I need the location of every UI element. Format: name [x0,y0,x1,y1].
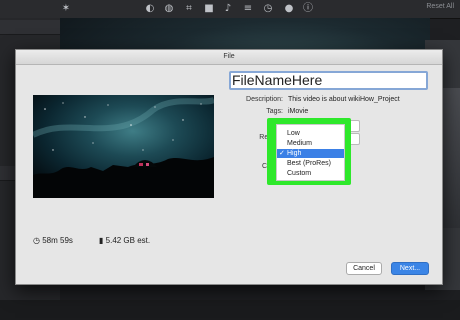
speed-icon[interactable]: ◷ [262,3,274,15]
menu-item-best-prores[interactable]: Best (ProRes) [277,159,344,168]
menu-item-custom[interactable]: Custom [277,169,344,178]
volume-icon[interactable]: ♪ [222,3,234,15]
noise-icon[interactable]: ● [283,3,295,15]
night-sky-image [33,95,214,198]
top-toolbar: ✶ ◐ ◍ ⌗ ■ ♪ ≡ ◷ ● ⓘ Reset All [0,0,460,19]
checkmark-icon: ✓ [279,150,285,157]
tags-value[interactable]: iMovie [288,108,308,115]
menu-item-medium[interactable]: Medium [277,139,344,148]
crop-icon[interactable]: ⌗ [183,3,195,15]
timeline-bar [0,300,460,320]
info-icon[interactable]: ⓘ [302,3,314,15]
dialog-title: File [16,50,442,65]
menu-item-high[interactable]: ✓ High [277,149,344,158]
equalizer-icon[interactable]: ≡ [242,3,254,15]
camera-icon[interactable]: ■ [203,3,215,15]
filename-input[interactable]: FileNameHere [229,71,428,90]
description-label: Description: [246,96,283,103]
video-thumbnail [33,95,214,198]
size-stat: ▮ 5.42 GB est. [99,236,150,245]
cancel-button[interactable]: Cancel [346,262,382,275]
size-value: 5.42 GB est. [105,236,151,245]
file-icon: ▮ [99,236,104,245]
clock-icon: ◷ [33,236,40,245]
tags-label: Tags: [266,108,283,115]
next-button[interactable]: Next... [391,262,429,275]
reset-all-button[interactable]: Reset All [426,3,454,10]
color-balance-icon[interactable]: ◐ [144,3,156,15]
share-file-dialog: File FileNameHere Description: This vide… [15,49,443,285]
menu-item-low[interactable]: Low [277,129,344,138]
magic-wand-icon[interactable]: ✶ [60,3,72,15]
quality-dropdown-menu: Low Medium ✓ High Best (ProRes) Custom [276,124,345,181]
description-value[interactable]: This video is about wikiHow_Project [288,96,400,103]
duration-value: 58m 59s [42,236,73,245]
color-palette-icon[interactable]: ◍ [163,3,175,15]
duration-stat: ◷ 58m 59s [33,236,73,245]
sidebar-row[interactable] [0,20,60,35]
